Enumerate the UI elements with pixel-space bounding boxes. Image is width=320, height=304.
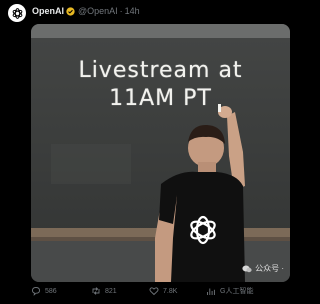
reply-icon (32, 287, 40, 296)
reply-count: 586 (45, 287, 57, 295)
chalk-text-line-1: Livestream at (78, 58, 243, 83)
heart-icon (149, 287, 159, 296)
action-bar: 586 821 7.8K G人工智能 (0, 286, 300, 302)
author-handle[interactable]: @OpenAI (78, 6, 118, 17)
post-header: OpenAI @OpenAI · 14h (0, 0, 300, 24)
watermark-text: 公众号 · (255, 264, 284, 273)
reply-button[interactable]: 586 (31, 286, 57, 296)
views-button[interactable]: G人工智能 (206, 286, 253, 296)
repost-icon (92, 287, 100, 295)
chalk-text-line-2: 11AM PT (109, 86, 212, 111)
repost-count: 821 (105, 287, 117, 295)
wechat-icon (242, 265, 252, 273)
verified-badge-icon (66, 7, 75, 16)
views-count: G人工智能 (220, 288, 254, 295)
post-timestamp[interactable]: 14h (125, 6, 140, 17)
author-name[interactable]: OpenAI (32, 6, 64, 17)
watermark: 公众号 · (242, 263, 284, 274)
openai-logo-icon[interactable] (8, 4, 26, 22)
repost-button[interactable]: 821 (91, 286, 117, 296)
separator-dot: · (119, 6, 123, 16)
post-media-image[interactable]: Livestream at 11AM PT 公众号 · (31, 24, 290, 282)
views-icon (207, 288, 215, 295)
like-count: 7.8K (163, 287, 178, 295)
like-button[interactable]: 7.8K (149, 286, 177, 296)
author-line: OpenAI @OpenAI · 14h (32, 6, 140, 17)
